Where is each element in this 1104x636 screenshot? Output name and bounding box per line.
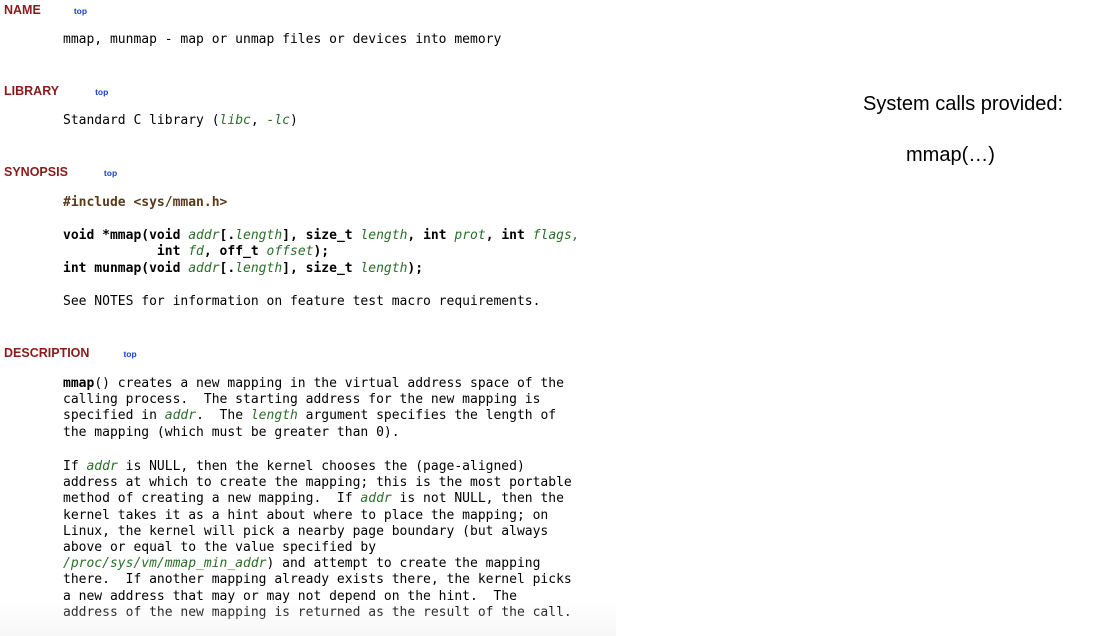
code-token: ], size_t (282, 228, 361, 243)
text-span: . The (196, 408, 251, 424)
code-token: , int (485, 228, 533, 243)
library-lc: -lc (266, 113, 290, 128)
synopsis-notes: See NOTES for information on feature tes… (63, 294, 541, 309)
text-line: kernel takes it as a hint about where to… (63, 507, 549, 523)
text-line: above or equal to the value specified by (63, 540, 377, 556)
top-link-library[interactable]: top (95, 87, 108, 97)
text-line: there. If another mapping already exists… (63, 572, 572, 588)
side-panel-item-mmap: mmap(…) (906, 144, 995, 166)
param-addr: addr (164, 408, 197, 424)
code-token: int (156, 244, 189, 259)
text-span: ) and attempt to create the mapping (266, 556, 541, 572)
synopsis-include: #include <sys/mman.h> (63, 195, 228, 210)
code-token: , off_t (203, 244, 267, 259)
code-token: ], size_t (282, 261, 361, 276)
section-title-name: NAME (4, 3, 41, 17)
param-length: length (235, 228, 283, 243)
text-span: () creates a new mapping in the virtual … (94, 376, 564, 391)
text-line: address of the new mapping is returned a… (63, 604, 572, 620)
param-addr: addr (86, 459, 118, 474)
library-sep: , (250, 113, 267, 128)
top-link-description[interactable]: top (123, 349, 136, 359)
text-line: mmap() creates a new mapping in the virt… (63, 376, 564, 392)
text-line: the mapping (which must be greater than … (63, 424, 400, 440)
text-line: a new address that may or may not depend… (63, 588, 517, 604)
section-title-synopsis: SYNOPSIS (4, 165, 68, 179)
description-paragraph-2: If addr is NULL, then the kernel chooses… (63, 459, 572, 621)
library-text: Standard C library (libc, -lc) (63, 113, 298, 129)
synopsis-munmap-line: int munmap(void addr[.length], size_t le… (63, 261, 423, 277)
section-title-library: LIBRARY (4, 84, 60, 98)
text-line: method of creating a new mapping. If add… (63, 491, 572, 507)
library-prefix: Standard C library ( (63, 113, 220, 128)
section-header-synopsis: SYNOPSIS top (4, 165, 117, 179)
param-addr: addr (360, 491, 392, 507)
synopsis-mmap-line2: int fd, off_t offset); (63, 244, 329, 260)
text-span: is NULL, then the kernel chooses the (pa… (117, 459, 525, 474)
func-mmap: mmap (63, 376, 95, 391)
param-addr: addr (188, 228, 220, 243)
side-panel-title: System calls provided: (863, 93, 1064, 115)
top-link-synopsis[interactable]: top (104, 168, 117, 178)
param-prot: prot (454, 228, 486, 243)
text-line: address at which to create the mapping; … (63, 475, 572, 491)
text-line: /proc/sys/vm/mmap_min_addr) and attempt … (63, 556, 572, 572)
name-text: mmap, munmap - map or unmap files or dev… (63, 32, 502, 47)
param-flags: flags (532, 228, 572, 243)
param-fd: fd (188, 244, 204, 259)
code-token: ); (407, 261, 424, 276)
param-length: length (360, 228, 408, 243)
text-span: argument specifies the length of (297, 408, 557, 424)
text-line: specified in addr. The length argument s… (63, 408, 564, 424)
text-span: is not NULL, then the (391, 491, 564, 507)
section-header-library: LIBRARY top (4, 84, 108, 98)
code-token: [. (219, 261, 236, 276)
param-length: length (360, 261, 408, 276)
code-token: [. (219, 228, 236, 243)
param-addr: addr (188, 261, 220, 276)
param-offset: offset (266, 244, 314, 259)
code-token: , (571, 228, 580, 243)
manpage-content: NAME top mmap, munmap - map or unmap fil… (0, 0, 616, 636)
text-line: If addr is NULL, then the kernel chooses… (63, 459, 572, 475)
synopsis-mmap-line1: void *mmap(void addr[.length], size_t le… (63, 228, 580, 244)
text-line: Linux, the kernel will pick a nearby pag… (63, 523, 549, 539)
code-token: void *mmap(void (63, 228, 189, 243)
section-title-description: DESCRIPTION (4, 346, 90, 360)
section-header-description: DESCRIPTION top (4, 346, 137, 360)
path-mmap-min-addr: /proc/sys/vm/mmap_min_addr (63, 556, 267, 572)
text-span: method of creating a new mapping. If (63, 491, 361, 507)
param-length: length (235, 261, 283, 276)
param-length: length (250, 408, 298, 424)
top-link-name[interactable]: top (74, 6, 87, 16)
text-span: specified in (63, 408, 165, 424)
section-header-name: NAME top (4, 3, 87, 17)
code-token: ); (313, 244, 330, 259)
side-panel: System calls provided: mmap(…) (840, 0, 1104, 636)
code-token: , int (407, 228, 455, 243)
code-token: int munmap(void (63, 261, 189, 276)
description-paragraph-1: mmap() creates a new mapping in the virt… (63, 376, 564, 441)
library-suffix: ) (290, 113, 298, 128)
library-libc: libc (219, 113, 251, 128)
text-line: calling process. The starting address fo… (63, 392, 541, 408)
text-span: If (63, 459, 87, 474)
